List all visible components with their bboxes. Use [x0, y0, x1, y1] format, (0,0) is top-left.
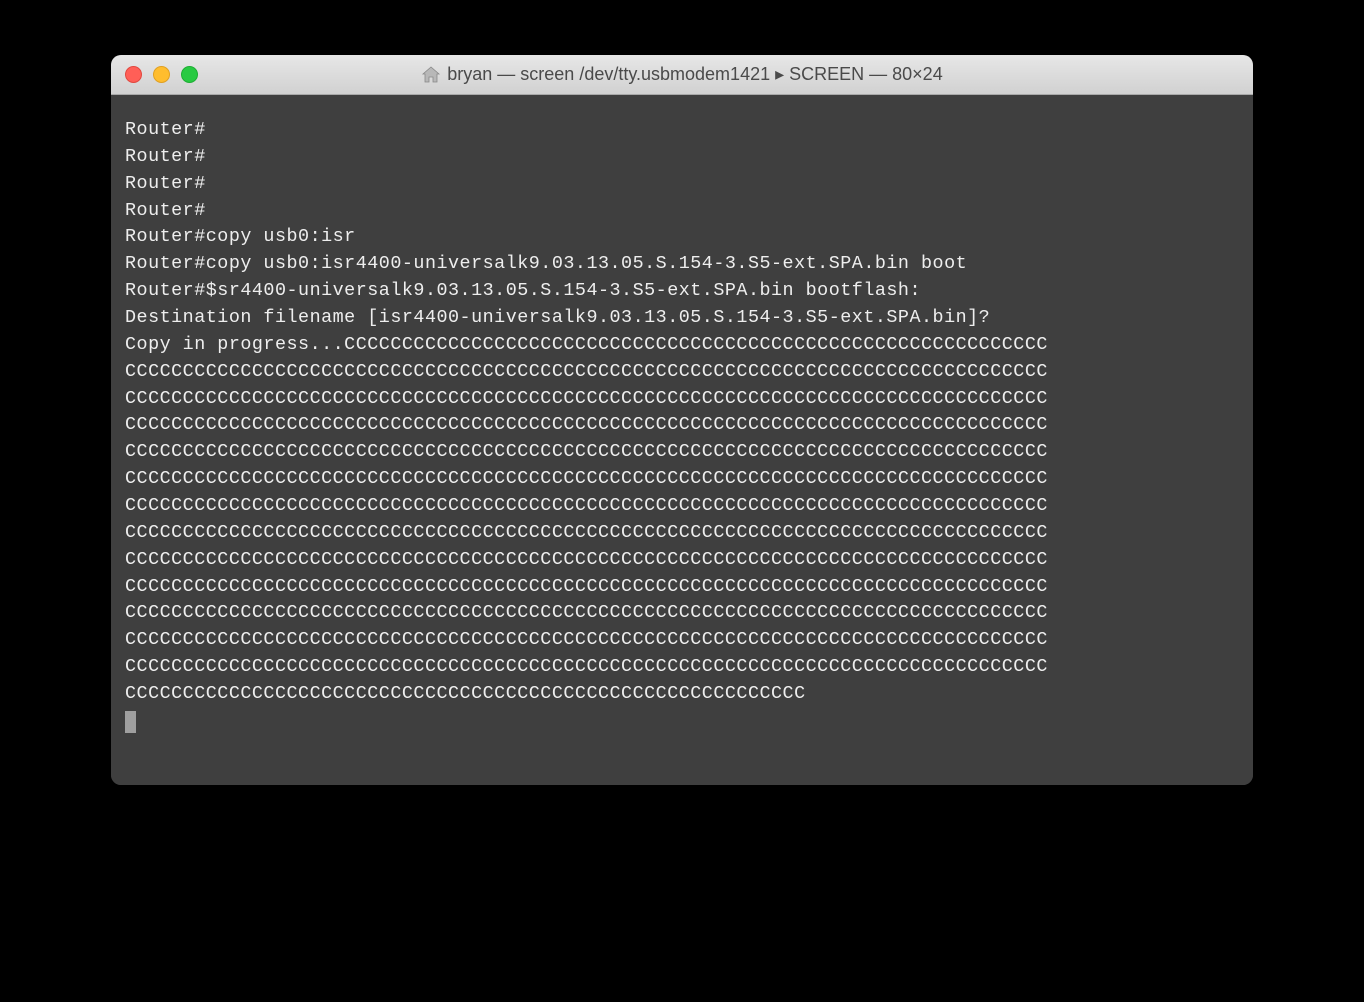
- terminal-line: Destination filename [isr4400-universalk…: [125, 307, 990, 328]
- terminal-line: Router#: [125, 146, 206, 167]
- terminal-line: CCCCCCCCCCCCCCCCCCCCCCCCCCCCCCCCCCCCCCCC…: [125, 361, 1048, 382]
- terminal-line: CCCCCCCCCCCCCCCCCCCCCCCCCCCCCCCCCCCCCCCC…: [125, 468, 1048, 489]
- terminal-line: CCCCCCCCCCCCCCCCCCCCCCCCCCCCCCCCCCCCCCCC…: [125, 495, 1048, 516]
- terminal-line: Router#$sr4400-universalk9.03.13.05.S.15…: [125, 280, 921, 301]
- close-button[interactable]: [125, 66, 142, 83]
- window-title-section: bryan — screen /dev/tty.usbmodem1421 ▸ S…: [111, 64, 1253, 85]
- terminal-line: Router#: [125, 173, 206, 194]
- terminal-line: CCCCCCCCCCCCCCCCCCCCCCCCCCCCCCCCCCCCCCCC…: [125, 683, 806, 704]
- window-title: bryan — screen /dev/tty.usbmodem1421 ▸ S…: [447, 64, 942, 85]
- terminal-line: CCCCCCCCCCCCCCCCCCCCCCCCCCCCCCCCCCCCCCCC…: [125, 414, 1048, 435]
- maximize-button[interactable]: [181, 66, 198, 83]
- terminal-cursor: [125, 711, 136, 733]
- terminal-line: CCCCCCCCCCCCCCCCCCCCCCCCCCCCCCCCCCCCCCCC…: [125, 388, 1048, 409]
- terminal-line: CCCCCCCCCCCCCCCCCCCCCCCCCCCCCCCCCCCCCCCC…: [125, 602, 1048, 623]
- terminal-line: Router#copy usb0:isr: [125, 226, 356, 247]
- terminal-line: CCCCCCCCCCCCCCCCCCCCCCCCCCCCCCCCCCCCCCCC…: [125, 656, 1048, 677]
- terminal-window: bryan — screen /dev/tty.usbmodem1421 ▸ S…: [111, 55, 1253, 785]
- home-icon: [421, 65, 441, 85]
- titlebar[interactable]: bryan — screen /dev/tty.usbmodem1421 ▸ S…: [111, 55, 1253, 95]
- terminal-line: CCCCCCCCCCCCCCCCCCCCCCCCCCCCCCCCCCCCCCCC…: [125, 549, 1048, 570]
- terminal-line: Copy in progress...CCCCCCCCCCCCCCCCCCCCC…: [125, 334, 1048, 355]
- terminal-line: CCCCCCCCCCCCCCCCCCCCCCCCCCCCCCCCCCCCCCCC…: [125, 441, 1048, 462]
- terminal-line: CCCCCCCCCCCCCCCCCCCCCCCCCCCCCCCCCCCCCCCC…: [125, 522, 1048, 543]
- terminal-body[interactable]: Router# Router# Router# Router# Router#c…: [111, 95, 1253, 785]
- minimize-button[interactable]: [153, 66, 170, 83]
- terminal-line: CCCCCCCCCCCCCCCCCCCCCCCCCCCCCCCCCCCCCCCC…: [125, 629, 1048, 650]
- terminal-line: Router#copy usb0:isr4400-universalk9.03.…: [125, 253, 967, 274]
- terminal-line: Router#: [125, 200, 206, 221]
- traffic-lights: [125, 66, 198, 83]
- terminal-output: Router# Router# Router# Router# Router#c…: [125, 117, 1239, 735]
- terminal-line: CCCCCCCCCCCCCCCCCCCCCCCCCCCCCCCCCCCCCCCC…: [125, 576, 1048, 597]
- terminal-line: Router#: [125, 119, 206, 140]
